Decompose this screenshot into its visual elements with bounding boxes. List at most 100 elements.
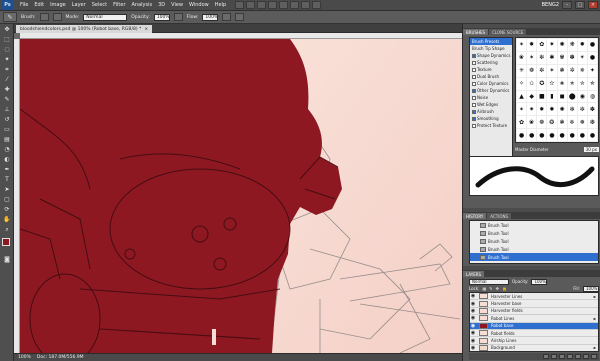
brush-tip-icon[interactable]: ❅ [577,116,587,129]
add-mask-icon[interactable] [559,354,565,359]
brush-tip-icon[interactable]: ✻ [537,51,547,64]
brush-tip-icon[interactable]: ✬ [557,77,567,90]
pen-tool-icon[interactable]: ✒ [2,165,12,174]
mini-bridge-icon[interactable] [246,1,256,9]
brush-tip-icon[interactable]: ❀ [517,51,527,64]
history-item[interactable]: Brush Tool [470,229,598,237]
history-item[interactable]: Brush Tool [470,245,598,253]
menu-image[interactable]: Image [47,2,69,8]
lock-all-icon[interactable]: 🔒 [502,286,507,291]
brush-option[interactable]: Scattering [470,59,512,66]
brush-tip-icon[interactable]: ● [567,129,577,141]
brush-option[interactable]: Color Dynamics [470,80,512,87]
layer-row[interactable]: ◉ Harvester fields [470,307,598,316]
maximize-button[interactable]: □ [575,1,585,9]
brush-option[interactable]: Wet Edges [470,101,512,108]
brush-tip-icon[interactable]: ✺ [557,103,567,116]
layer-row[interactable]: ◉ Background ▪ [470,344,598,351]
brush-tip-icon[interactable]: ◉ [577,90,587,103]
link-layers-icon[interactable] [543,354,549,359]
layer-opacity-field[interactable]: 100% [531,278,548,285]
brush-option[interactable]: Shape Dynamics [470,52,512,59]
brush-tip-icon[interactable]: ✯ [587,77,597,90]
zoom-tool-icon[interactable] [279,1,289,9]
path-selection-tool-icon[interactable]: ➤ [2,185,12,194]
brush-tip-icon[interactable]: ● [547,129,557,141]
eye-icon[interactable]: ◉ [470,323,476,329]
history-item[interactable]: Brush Tool [470,253,598,261]
brush-tip-icon[interactable]: ❂ [547,116,557,129]
brush-option[interactable]: Brush Tip Shape [470,45,512,52]
brush-tip-icon[interactable]: ✳ [517,64,527,77]
eyedropper-tool-icon[interactable]: ⁄ [2,75,12,84]
brush-tool-icon[interactable]: ✎ [2,95,12,104]
menu-edit[interactable]: Edit [31,2,47,8]
brush-tip-icon[interactable]: ● [587,51,597,64]
checkbox[interactable] [472,60,476,65]
brush-tip-icon[interactable]: ✦ [587,64,597,77]
canvas[interactable] [20,39,462,353]
brush-tip-icon[interactable]: ● [527,129,537,141]
checkbox[interactable] [472,95,476,100]
lock-transparency-icon[interactable]: ▦ [482,286,486,291]
eraser-tool-icon[interactable]: ▭ [2,125,12,134]
brush-tool-preset-icon[interactable]: ✎ [3,12,17,22]
brush-option[interactable]: Smoothing [470,115,512,122]
zoom-indicator[interactable]: 100% [18,355,31,360]
brush-tip-icon[interactable]: ✶ [517,103,527,116]
brush-tip-icon[interactable]: ✮ [577,77,587,90]
brush-tip-icon[interactable]: ✷ [547,39,557,51]
brush-tip-icon[interactable]: ● [557,129,567,141]
brush-option[interactable]: Airbrush [470,108,512,115]
document-tab[interactable]: bloodshiendcolors.psd @ 100% (Robot base… [16,25,153,33]
checkbox[interactable] [472,109,476,114]
brush-tip-icon[interactable]: ✻ [567,103,577,116]
healing-brush-tool-icon[interactable]: ✚ [2,85,12,94]
lasso-tool-icon[interactable]: ◌ [2,45,12,54]
history-item[interactable]: Brush Tool [470,237,598,245]
brush-picker-icon[interactable] [39,13,49,21]
brush-tip-icon[interactable]: ✸ [527,39,537,51]
zoom-level-icon[interactable] [257,1,267,9]
brush-tip-icon[interactable]: ❄ [567,116,577,129]
brush-tip-icon[interactable]: ✭ [567,77,577,90]
blur-tool-icon[interactable]: ◔ [2,145,12,154]
layer-row[interactable]: ◉ Robot Lines ▪ [470,315,598,323]
brush-tip-icon[interactable]: ✧ [517,77,527,90]
type-tool-icon[interactable]: T [2,175,12,184]
checkbox[interactable] [472,116,476,121]
brush-option[interactable]: Brush Presets [470,38,512,45]
flow-field[interactable]: 100% [202,13,219,21]
brush-tip-icon[interactable]: ⬤ [567,90,577,103]
hand-tool-icon[interactable]: ✋ [2,215,12,224]
eye-icon[interactable]: ◉ [470,338,476,344]
gradient-tool-icon[interactable]: ▤ [2,135,12,144]
menu-select[interactable]: Select [89,2,110,8]
shape-tool-icon[interactable]: ▢ [2,195,12,204]
brush-option[interactable]: Texture [470,66,512,73]
brush-tip-icon[interactable]: ◍ [587,90,597,103]
minimize-button[interactable]: – [562,1,572,9]
menu-help[interactable]: Help [212,2,229,8]
eye-icon[interactable]: ◉ [470,330,476,336]
marquee-tool-icon[interactable]: ⬚ [2,35,12,44]
screen-mode-icon[interactable] [312,1,322,9]
3d-rotate-tool-icon[interactable]: ⟳ [2,205,12,214]
pressure-size-icon[interactable] [235,13,245,21]
brush-option[interactable]: Noise [470,94,512,101]
new-group-icon[interactable] [575,354,581,359]
layer-row[interactable]: ◉ Harvester base [470,300,598,308]
tab-actions[interactable]: ACTIONS [487,213,512,219]
checkbox[interactable] [472,81,476,86]
brush-tip-icon[interactable]: ✸ [537,103,547,116]
arrange-documents-icon[interactable] [301,1,311,9]
brush-tip-icon[interactable]: ● [587,129,597,141]
layer-row[interactable]: ◉ Harvester Lines ▪ [470,293,598,301]
brush-tip-icon[interactable]: ✷ [527,103,537,116]
quick-mask-icon[interactable]: ◙ [2,255,12,264]
quick-select-tool-icon[interactable]: ✦ [2,55,12,64]
tab-layers[interactable]: LAYERS [463,271,485,277]
menu-filter[interactable]: Filter [110,2,128,8]
brush-option[interactable]: Dual Brush [470,73,512,80]
opacity-field[interactable]: 100% [153,13,170,21]
